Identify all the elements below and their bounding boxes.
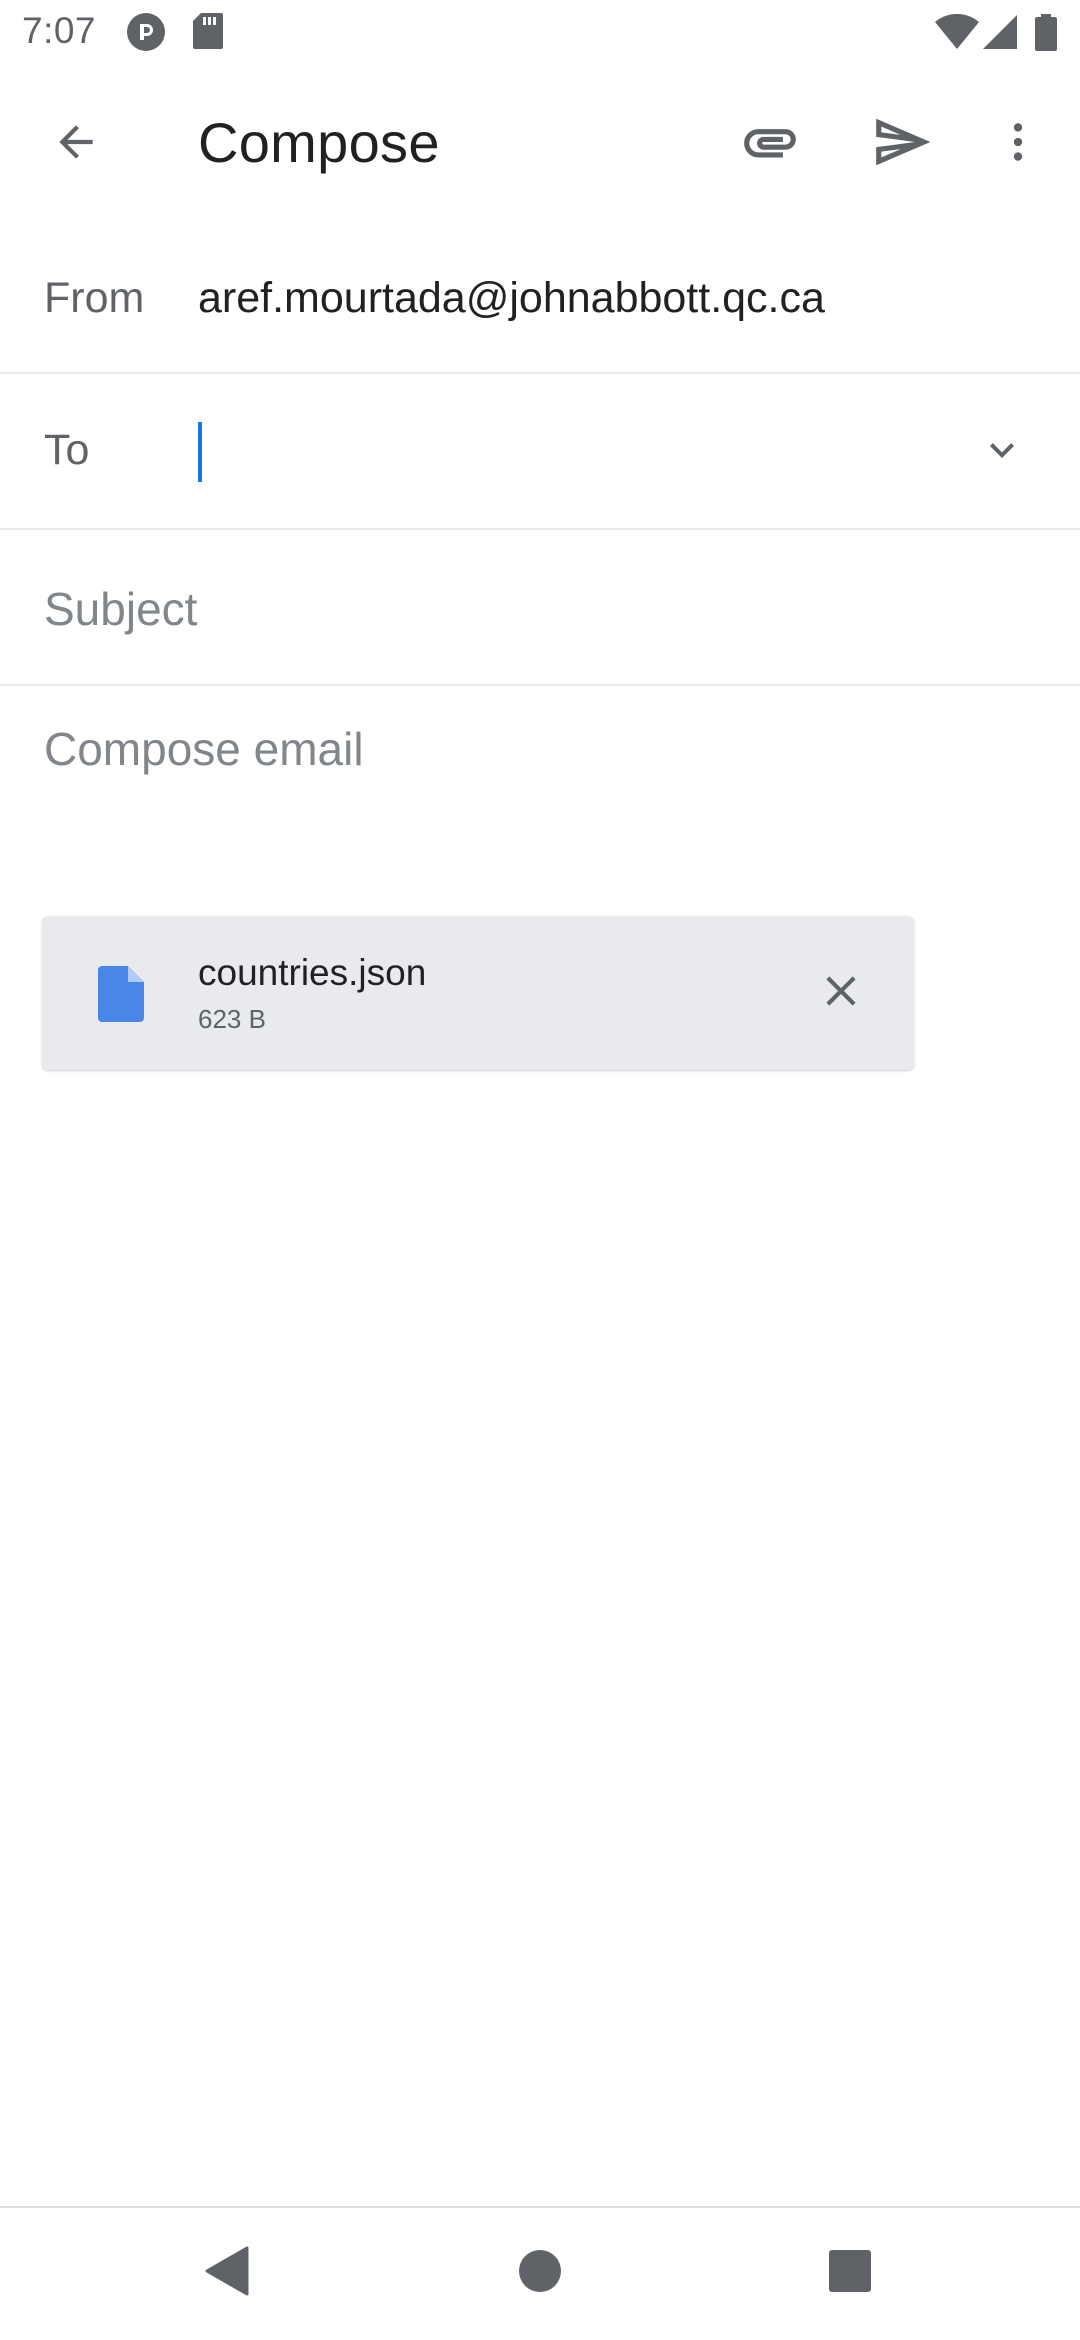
attachment-size: 623 B [198,1004,266,1034]
wifi-icon [934,13,980,55]
text-cursor [198,422,202,482]
from-row: From aref.mourtada@johnabbott.qc.ca [0,222,1080,372]
recents-square-icon [828,2249,872,2298]
nav-home-button[interactable] [490,2228,590,2318]
status-bar: 7:07 [0,0,1080,66]
from-account-selector[interactable]: aref.mourtada@johnabbott.qc.ca [198,274,825,323]
pocket-casts-icon [126,12,166,57]
send-button[interactable] [854,96,950,192]
nav-recents-button[interactable] [800,2228,900,2318]
back-button[interactable] [28,96,124,192]
subject-row [0,530,1080,684]
nav-back-button[interactable] [176,2228,276,2318]
attachment-name: countries.json [198,952,427,993]
app-bar: Compose [0,66,1080,222]
more-vert-icon [993,117,1043,172]
battery-icon [1034,14,1058,57]
compose-screen: 7:07 Compose From aref.mourtada@johnabbo… [0,0,1080,2340]
back-triangle-icon [203,2246,249,2301]
file-icon [98,966,144,1027]
subject-input[interactable] [44,574,1034,644]
cellular-signal-icon [982,14,1018,55]
to-input[interactable] [198,418,938,482]
to-label: To [44,426,90,474]
divider [0,684,1080,686]
chevron-down-icon [978,426,1026,479]
paperclip-icon [739,111,801,178]
compose-body-input[interactable] [44,722,1034,862]
attachment-chip[interactable]: countries.json 623 B [42,916,914,1070]
to-row: To [0,374,1080,528]
more-options-button[interactable] [970,96,1066,192]
close-icon [816,966,866,1021]
back-arrow-icon [51,117,101,172]
expand-recipients-button[interactable] [954,404,1050,500]
attach-file-button[interactable] [722,96,818,192]
page-title: Compose [198,111,440,174]
status-time: 7:07 [22,10,97,51]
sd-card-icon [192,12,224,55]
from-label: From [44,274,145,322]
system-navigation-bar [0,2208,1080,2340]
remove-attachment-button[interactable] [798,950,884,1036]
send-icon [871,111,933,178]
home-circle-icon [518,2249,562,2298]
